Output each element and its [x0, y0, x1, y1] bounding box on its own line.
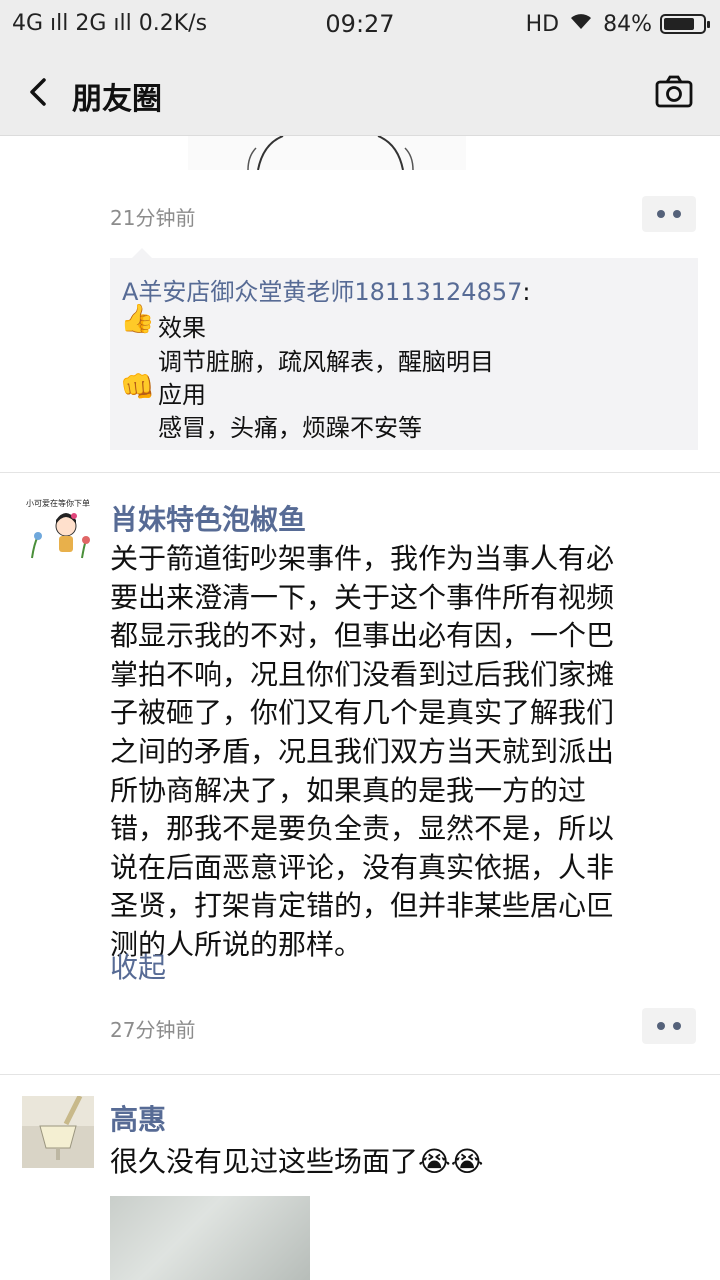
post-image-partial[interactable] — [188, 136, 466, 170]
username[interactable]: 肖妹特色泡椒鱼 — [110, 498, 306, 538]
divider — [0, 472, 720, 473]
post-text-line: 错，那我不是要负全责，显然不是，所以 — [110, 812, 615, 846]
collapse-link[interactable]: 收起 — [110, 946, 166, 986]
dot-icon — [657, 210, 665, 218]
post-text-line: 子被砸了，你们又有几个是真实了解我们 — [110, 696, 615, 730]
post-text-line: 测的人所说的那样。 — [110, 927, 363, 961]
post-text-line: 所协商解决了，如果真的是我一方的过 — [110, 773, 587, 807]
status-bar: 4G ıll 2G ıll 0.2K/s 09:27 HD 84% — [0, 0, 720, 50]
divider — [0, 1074, 720, 1075]
comment-line: 效果 — [158, 314, 206, 342]
battery-icon — [660, 14, 710, 34]
post-text-line: 掌拍不响，况且你们没看到过后我们家摊 — [110, 657, 615, 691]
dot-icon — [657, 1022, 665, 1030]
post-text-line: 之间的矛盾，况且我们双方当天就到派出 — [110, 734, 615, 768]
post-timestamp: 27分钟前 — [110, 1018, 196, 1042]
nav-bar: 朋友圈 — [0, 50, 720, 136]
comment-line: 应用 — [158, 381, 206, 409]
comment-line: 调节脏腑，疏风解表，醒脑明目 — [158, 348, 494, 376]
battery-percent: 84% — [603, 11, 652, 37]
avatar[interactable]: 小可爱在等你下单 — [22, 496, 94, 568]
post-text-line: 圣贤，打架肯定错的，但并非某些居心叵 — [110, 889, 615, 923]
post-text-line: 说在后面恶意评论，没有真实依据，人非 — [110, 850, 615, 884]
post-text-line: 关于箭道街吵架事件，我作为当事人有必 — [110, 542, 615, 575]
more-options-button[interactable] — [642, 1008, 696, 1044]
page-title: 朋友圈 — [72, 82, 162, 117]
comment-box: A羊安店御众堂黄老师18113124857: 👍 效果 调节脏腑，疏风解表，醒脑… — [110, 248, 698, 450]
post-body: 关于箭道街吵架事件，我作为当事人有必 要出来澄清一下，关于这个事件所有视频 都显… — [110, 540, 690, 965]
post-text: 很久没有见过这些场面了😭😭 — [110, 1145, 484, 1178]
camera-icon[interactable] — [654, 74, 694, 110]
comment[interactable]: A羊安店御众堂黄老师18113124857: — [122, 272, 530, 307]
wifi-icon — [567, 11, 595, 37]
comment-author[interactable]: A羊安店御众堂黄老师18113124857 — [122, 278, 522, 306]
avatar-caption: 小可爱在等你下单 — [26, 499, 90, 508]
back-arrow-icon[interactable] — [20, 72, 60, 112]
hd-indicator: HD — [525, 11, 560, 37]
post-image[interactable] — [110, 1196, 310, 1280]
post-timestamp: 21分钟前 — [110, 206, 196, 230]
username[interactable]: 高惠 — [110, 1098, 166, 1138]
post-text-line: 要出来澄清一下，关于这个事件所有视频 — [110, 580, 615, 614]
dot-icon — [673, 1022, 681, 1030]
more-options-button[interactable] — [642, 196, 696, 232]
post-text-line: 都显示我的不对，但事出必有因，一个巴 — [110, 619, 615, 653]
comment-line: 感冒，头痛，烦躁不安等 — [158, 414, 422, 442]
thumbs-up-icon: 👍 — [120, 302, 155, 335]
fist-icon: 👊 — [120, 370, 155, 403]
dot-icon — [673, 210, 681, 218]
avatar[interactable] — [22, 1096, 94, 1168]
